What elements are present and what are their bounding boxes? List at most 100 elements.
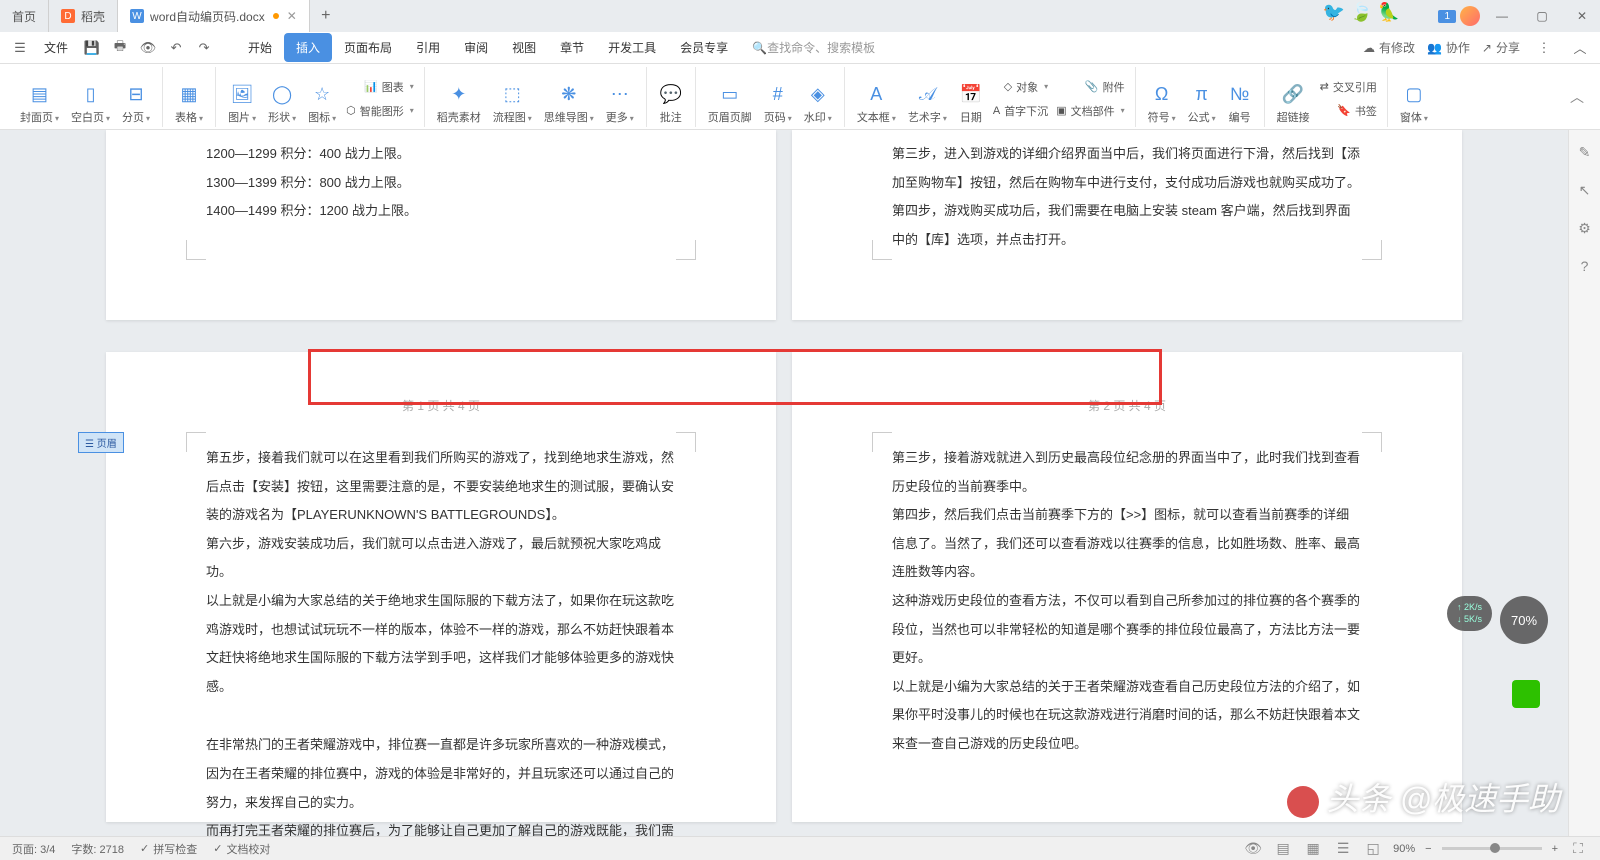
bookmark-button[interactable]: 🔖 书签 — [1316, 100, 1381, 122]
close-button[interactable]: ✕ — [1564, 0, 1600, 32]
table-button[interactable]: ▦表格▾ — [169, 71, 209, 127]
menu-tab-view[interactable]: 视图 — [500, 33, 548, 62]
textbox-button[interactable]: A文本框▾ — [851, 71, 902, 127]
chart-button[interactable]: 📊 图表▾ — [342, 76, 418, 98]
menu-tab-start[interactable]: 开始 — [236, 33, 284, 62]
blank-page-button[interactable]: ▯空白页▾ — [65, 71, 116, 127]
has-changes[interactable]: ☁ 有修改 — [1363, 39, 1415, 56]
menu-tabs: 开始 插入 页面布局 引用 审阅 视图 章节 开发工具 会员专享 — [236, 33, 740, 62]
share-button[interactable]: ↗ 分享 — [1482, 39, 1520, 56]
docparts-button[interactable]: ▣ 文档部件▾ — [1052, 100, 1128, 122]
wechat-widget[interactable] — [1512, 680, 1540, 708]
header-footer-button[interactable]: ▭页眉页脚 — [702, 71, 758, 127]
comment-button[interactable]: 💬批注 — [653, 71, 689, 127]
settings-icon[interactable]: ⚙ — [1575, 218, 1595, 238]
menu-tab-layout[interactable]: 页面布局 — [332, 33, 404, 62]
page-header[interactable]: 第 1 页 共 4 页 — [106, 352, 776, 414]
command-search[interactable]: 🔍 查找命令、搜索模板 — [752, 39, 875, 56]
ribbon-collapse-icon[interactable]: ︿ — [1562, 87, 1592, 107]
redo-icon[interactable]: ↷ — [192, 36, 216, 60]
zoom-out[interactable]: − — [1425, 843, 1431, 855]
page-4-top[interactable]: 第 2 页 共 4 页 第三步，接着游戏就进入到历史最高段位纪念册的界面当中了，… — [792, 352, 1462, 822]
page-1-bottom[interactable]: 1200—1299 积分：400 战力上限。 1300—1399 积分：800 … — [106, 130, 776, 320]
crossref-button[interactable]: ⇄ 交叉引用 — [1316, 76, 1381, 98]
menu-tab-member[interactable]: 会员专享 — [668, 33, 740, 62]
page-header[interactable]: 第 2 页 共 4 页 — [792, 352, 1462, 414]
material-button[interactable]: ✦稻壳素材 — [431, 71, 487, 127]
page-break-button[interactable]: ⊟分页▾ — [116, 71, 156, 127]
margin-corner — [872, 432, 892, 452]
status-bar: 页面: 3/4 字数: 2718 ✓ 拼写检查 ✓ 文档校对 👁 ▤ ▦ ☰ ◱… — [0, 836, 1600, 860]
header-icon: ▭ — [718, 83, 742, 107]
picture-button[interactable]: 🖼图片▾ — [222, 71, 262, 127]
zoom-label[interactable]: 90% — [1393, 843, 1415, 855]
more-button[interactable]: ⋯更多▾ — [600, 71, 640, 127]
save-icon[interactable]: 💾 — [80, 36, 104, 60]
spell-check[interactable]: ✓ 拼写检查 — [140, 841, 197, 857]
progress-widget[interactable]: 70% — [1500, 596, 1548, 644]
zoom-slider[interactable] — [1442, 847, 1542, 850]
maximize-button[interactable]: ▢ — [1524, 0, 1560, 32]
avatar[interactable] — [1460, 6, 1480, 26]
object-button[interactable]: ◇ 对象▾ — [989, 76, 1052, 98]
pencil-icon[interactable]: ✎ — [1575, 142, 1595, 162]
view-print-icon[interactable]: ▤ — [1273, 839, 1293, 859]
numbering-button[interactable]: №编号 — [1222, 71, 1258, 127]
close-icon[interactable]: ✕ — [287, 9, 297, 23]
mindmap-button[interactable]: ❋思维导图▾ — [538, 71, 600, 127]
icon-button[interactable]: ☆图标▾ — [302, 71, 342, 127]
wordart-button[interactable]: 𝒜艺术字▾ — [902, 71, 953, 127]
undo-icon[interactable]: ↶ — [164, 36, 188, 60]
menu-tab-dev[interactable]: 开发工具 — [596, 33, 668, 62]
proofread[interactable]: ✓ 文档校对 — [213, 841, 270, 857]
notification-badge[interactable]: 1 — [1438, 10, 1456, 23]
view-read-icon[interactable]: 👁 — [1243, 839, 1263, 859]
more-icon[interactable]: ⋮ — [1532, 36, 1556, 60]
view-outline-icon[interactable]: ☰ — [1333, 839, 1353, 859]
page-2-bottom[interactable]: 第三步，进入到游戏的详细介绍界面当中后，我们将页面进行下滑，然后找到【添加至购物… — [792, 130, 1462, 320]
help-icon[interactable]: ? — [1575, 256, 1595, 276]
cover-button[interactable]: ▤封面页▾ — [14, 71, 65, 127]
menu-tab-review[interactable]: 审阅 — [452, 33, 500, 62]
zoom-in[interactable]: + — [1552, 843, 1558, 855]
print-icon[interactable]: 🖶 — [108, 36, 132, 60]
symbol-button[interactable]: Ω符号▾ — [1142, 71, 1182, 127]
page-status[interactable]: 页面: 3/4 — [12, 841, 55, 857]
view-focus-icon[interactable]: ◱ — [1363, 839, 1383, 859]
network-speed-widget[interactable]: ↑ 2K/s↓ 5K/s — [1447, 596, 1492, 631]
fullscreen-icon[interactable]: ⛶ — [1568, 839, 1588, 859]
collaborate-button[interactable]: 👥 协作 — [1427, 39, 1470, 56]
page-3-top[interactable]: 第 1 页 共 4 页 第五步，接着我们就可以在这里看到我们所购买的游戏了，找到… — [106, 352, 776, 822]
preview-icon[interactable]: 👁 — [136, 36, 160, 60]
page-number-button[interactable]: #页码▾ — [758, 71, 798, 127]
form-button[interactable]: ▢窗体▾ — [1394, 71, 1434, 127]
date-button[interactable]: 📅日期 — [953, 71, 989, 127]
tab-add[interactable]: + — [310, 7, 342, 25]
hamburger-icon[interactable]: ☰ — [8, 36, 32, 60]
equation-button[interactable]: π公式▾ — [1182, 71, 1222, 127]
dropcap-button[interactable]: A 首字下沉 — [989, 100, 1052, 122]
file-menu[interactable]: 文件 — [36, 39, 76, 56]
menu-tab-reference[interactable]: 引用 — [404, 33, 452, 62]
view-web-icon[interactable]: ▦ — [1303, 839, 1323, 859]
tab-document[interactable]: Wword自动编页码.docx✕ — [118, 0, 310, 32]
flowchart-button[interactable]: ⬚流程图▾ — [487, 71, 538, 127]
watermark-text: 头条 @极速手助 — [1287, 774, 1560, 820]
menu-tab-chapter[interactable]: 章节 — [548, 33, 596, 62]
chevron-up-icon[interactable]: ︿ — [1568, 36, 1592, 60]
menu-tab-insert[interactable]: 插入 — [284, 33, 332, 62]
watermark-button[interactable]: ◈水印▾ — [798, 71, 838, 127]
shape-button[interactable]: ◯形状▾ — [262, 71, 302, 127]
attachment-button[interactable]: 📎 附件 — [1052, 76, 1128, 98]
margin-corner — [1362, 432, 1382, 452]
cursor-icon[interactable]: ↖ — [1575, 180, 1595, 200]
word-count[interactable]: 字数: 2718 — [71, 841, 124, 857]
minimize-button[interactable]: — — [1484, 0, 1520, 32]
header-label-tag[interactable]: ☰ 页眉 — [78, 432, 124, 453]
tab-home[interactable]: 首页 — [0, 0, 49, 32]
smartart-button[interactable]: ⬡ 智能图形▾ — [342, 100, 418, 122]
break-icon: ⊟ — [124, 83, 148, 107]
table-icon: ▦ — [177, 83, 201, 107]
hyperlink-button[interactable]: 🔗超链接 — [1271, 71, 1316, 127]
tab-dock[interactable]: D稻壳 — [49, 0, 118, 32]
